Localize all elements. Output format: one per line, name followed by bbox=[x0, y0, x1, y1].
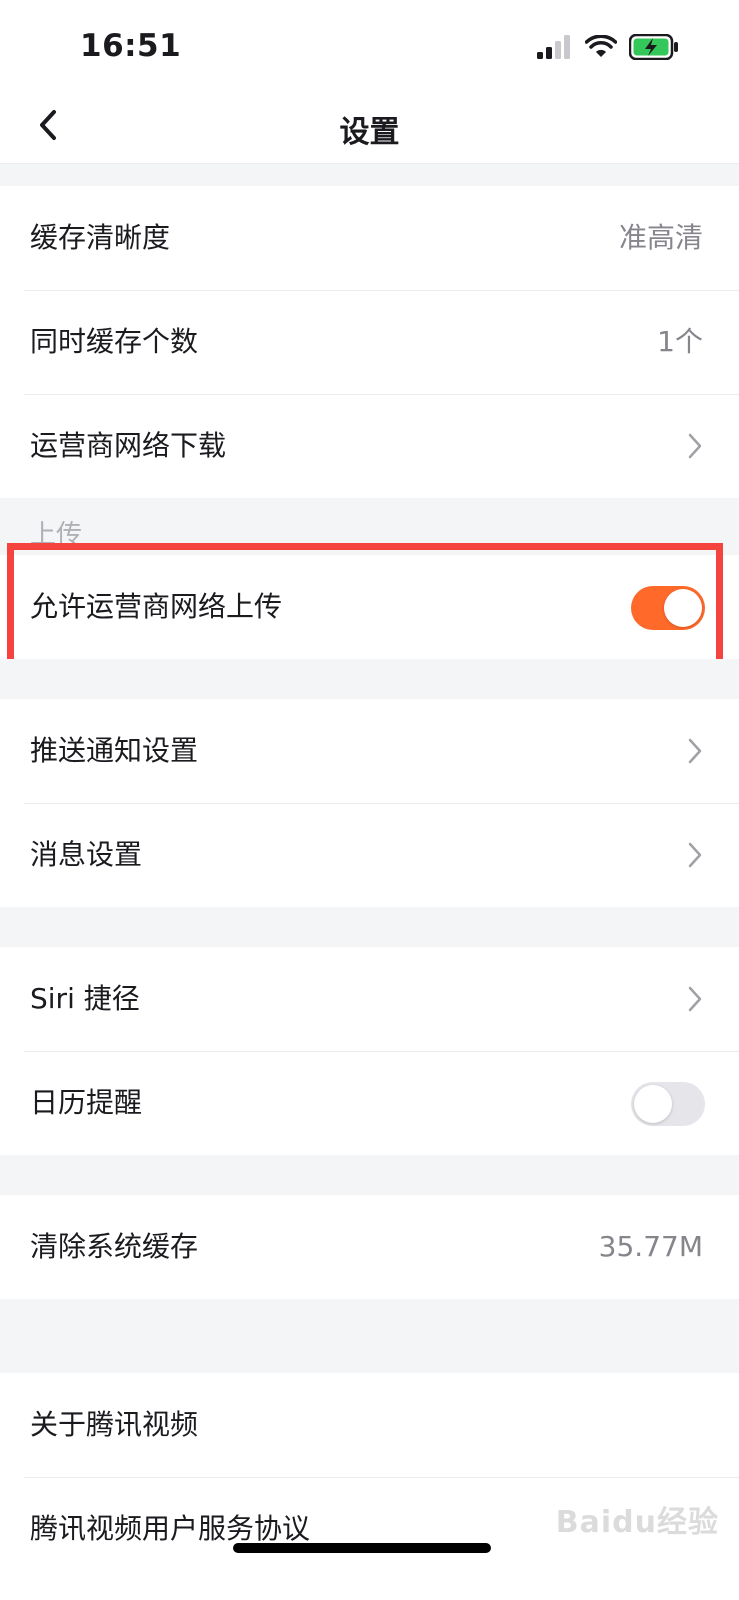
home-indicator[interactable] bbox=[233, 1543, 491, 1553]
calendar-reminder-row: 日历提醒 bbox=[0, 1051, 739, 1155]
status-icons bbox=[537, 33, 679, 64]
row-label: 消息设置 bbox=[30, 838, 143, 871]
about-tencent-video-row[interactable]: 关于腾讯视频 bbox=[0, 1373, 739, 1477]
row-label: 允许运营商网络上传 bbox=[30, 590, 283, 623]
row-value: 准高清 bbox=[618, 221, 703, 254]
upload-settings-section: 允许运营商网络上传 bbox=[0, 555, 739, 659]
toggle-knob bbox=[664, 589, 702, 627]
chevron-right-icon bbox=[687, 984, 703, 1014]
siri-settings-section: Siri 捷径 日历提醒 bbox=[0, 947, 739, 1155]
row-label: 缓存清晰度 bbox=[30, 221, 171, 254]
carrier-network-download-row[interactable]: 运营商网络下载 bbox=[0, 394, 739, 498]
clear-system-cache-row[interactable]: 清除系统缓存 35.77M bbox=[0, 1195, 739, 1299]
chevron-right-icon bbox=[687, 736, 703, 766]
wifi-icon bbox=[584, 34, 618, 63]
about-section: 关于腾讯视频 腾讯视频用户服务协议 bbox=[0, 1373, 739, 1600]
section-gap bbox=[0, 164, 739, 186]
battery-charging-icon bbox=[628, 33, 679, 64]
nav-bar: 设置 bbox=[0, 95, 739, 164]
carrier-upload-toggle[interactable] bbox=[631, 586, 705, 630]
row-label: 推送通知设置 bbox=[30, 734, 199, 767]
row-label: 同时缓存个数 bbox=[30, 325, 199, 358]
baidu-watermark: Baidu经验 bbox=[555, 1505, 719, 1540]
cache-size-value: 35.77M bbox=[598, 1230, 703, 1263]
message-settings-row[interactable]: 消息设置 bbox=[0, 803, 739, 907]
row-value: 1个 bbox=[657, 325, 703, 358]
concurrent-cache-count-row[interactable]: 同时缓存个数 1个 bbox=[0, 290, 739, 394]
row-label: 运营商网络下载 bbox=[30, 429, 227, 462]
upload-section-header: 上传 bbox=[30, 520, 83, 550]
push-notification-settings-row[interactable]: 推送通知设置 bbox=[0, 699, 739, 803]
cache-quality-row[interactable]: 缓存清晰度 准高清 bbox=[0, 186, 739, 290]
chevron-right-icon bbox=[687, 840, 703, 870]
siri-shortcuts-row[interactable]: Siri 捷径 bbox=[0, 947, 739, 1051]
section-gap bbox=[0, 1299, 739, 1373]
page-title: 设置 bbox=[339, 115, 400, 150]
row-label: 日历提醒 bbox=[30, 1086, 143, 1119]
row-label: 关于腾讯视频 bbox=[30, 1408, 199, 1441]
calendar-reminder-toggle[interactable] bbox=[631, 1082, 705, 1126]
section-gap bbox=[0, 1155, 739, 1195]
download-settings-section: 缓存清晰度 准高清 同时缓存个数 1个 运营商网络下载 bbox=[0, 186, 739, 498]
section-gap bbox=[0, 907, 739, 947]
row-label: 清除系统缓存 bbox=[30, 1230, 199, 1263]
allow-carrier-upload-row: 允许运营商网络上传 bbox=[0, 555, 739, 659]
clear-cache-section: 清除系统缓存 35.77M bbox=[0, 1195, 739, 1299]
row-label: 腾讯视频用户服务协议 bbox=[30, 1512, 311, 1545]
cellular-signal-icon bbox=[537, 35, 573, 63]
chevron-right-icon bbox=[687, 431, 703, 461]
status-time: 16:51 bbox=[80, 28, 182, 64]
section-gap bbox=[0, 659, 739, 699]
row-label: Siri 捷径 bbox=[30, 982, 140, 1015]
toggle-knob bbox=[634, 1085, 672, 1123]
notification-settings-section: 推送通知设置 消息设置 bbox=[0, 699, 739, 907]
status-bar: 16:51 bbox=[0, 0, 739, 95]
